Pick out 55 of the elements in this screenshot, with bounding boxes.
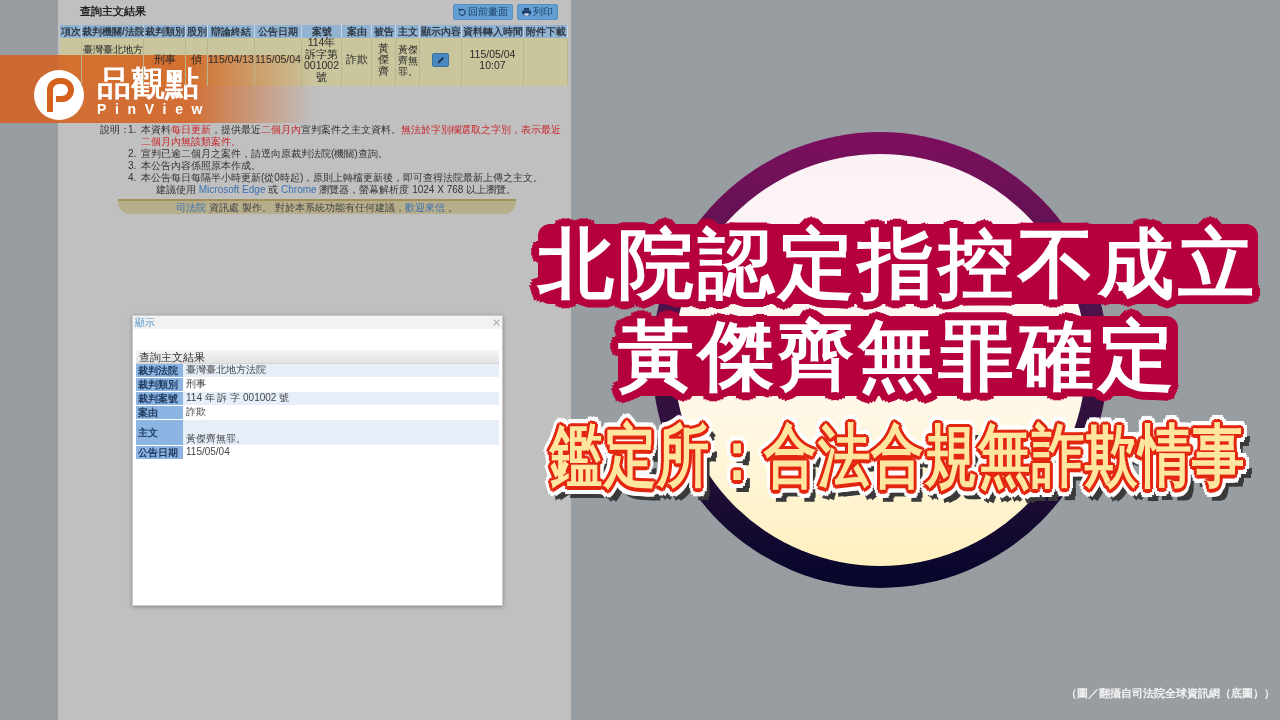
link[interactable]: 歡迎來信 xyxy=(404,202,445,213)
printer-icon xyxy=(522,7,531,16)
photo-credit-caption: （圖／翻攝自司法院全球資訊網（底圖）） xyxy=(1066,686,1275,701)
column-header: 公告日期 xyxy=(255,25,302,38)
note-text: 本公告內容係照原本作成。 xyxy=(141,160,261,172)
footer-text: 司法院 資訊處 製作。 對於本系統功能有任何建議，歡迎來信 。 xyxy=(176,201,458,214)
pencil-icon xyxy=(436,56,445,64)
table-title: 查詢主文結果 xyxy=(136,350,499,364)
list-number: 4. xyxy=(128,172,138,184)
back-button[interactable]: 回前畫面 xyxy=(453,3,513,20)
page-title: 查詢主文結果 xyxy=(80,3,146,19)
field-label: 公告日期 xyxy=(136,446,183,459)
list-number: 3. xyxy=(128,160,138,172)
link[interactable]: Microsoft Edge xyxy=(198,184,266,195)
field-label: 案由 xyxy=(136,406,183,419)
column-header: 主文 xyxy=(396,25,420,38)
link[interactable]: Chrome xyxy=(281,184,317,195)
list-number: 2. xyxy=(128,148,138,160)
column-header: 被告 xyxy=(372,25,396,38)
column-header: 案由 xyxy=(342,25,372,38)
table-cell: 詐欺 xyxy=(342,38,372,86)
column-header: 案號 xyxy=(302,25,342,38)
field-label: 裁判法院 xyxy=(136,364,183,377)
table-cell: 115/04/13 xyxy=(208,38,255,86)
column-header: 顯示內容 xyxy=(420,25,462,38)
link[interactable]: 司法院 xyxy=(176,202,207,213)
field-value: 黃傑齊無罪。 xyxy=(183,420,499,445)
field-label: 主文 xyxy=(136,420,183,445)
note-label: 說明： xyxy=(100,124,128,137)
p-logo-icon xyxy=(33,68,85,121)
edit-button[interactable] xyxy=(432,53,449,67)
column-header: 辯論終結 xyxy=(208,25,255,38)
column-header: 資料轉入時間 xyxy=(462,25,524,38)
list-number: 1. xyxy=(128,124,138,137)
field-label: 裁判類別 xyxy=(136,378,183,391)
note-text: 本公告每日每隔半小時更新(從0時起)，原則上轉檔更新後，即可查得法院最新上傳之主文。 xyxy=(141,172,544,184)
refresh-icon xyxy=(458,7,466,16)
field-value: 114 年 訴 字 001002 號 xyxy=(183,392,499,405)
field-label: 裁判案號 xyxy=(136,392,183,405)
close-icon[interactable] xyxy=(493,319,500,326)
table-cell: 115/05/04 xyxy=(255,38,302,86)
logo-subtitle: PinView xyxy=(97,102,212,116)
column-header: 項次 xyxy=(60,25,82,38)
table-cell: 黃傑齊無罪。 xyxy=(396,38,420,86)
column-header: 股別 xyxy=(186,25,208,38)
print-button[interactable]: 列印 xyxy=(517,3,558,20)
table-cell: 黃傑齊 xyxy=(372,38,396,86)
note-text: 宣判已逾二個月之案件，請逕向原裁判法院(機關)查詢。 xyxy=(141,148,388,160)
table-cell: 115/05/04 10:07 xyxy=(462,38,524,86)
note-text: 本資料每日更新，提供最近二個月內宣判案件之主文資料。無法於字別欄選取之字別，表示最近二個月內無該類案件。 xyxy=(141,124,562,148)
dialog-title: 顯示 xyxy=(135,317,155,328)
field-value: 臺灣臺北地方法院 xyxy=(183,364,499,377)
note-text: 建議使用 Microsoft Edge 或 Chrome 瀏覽器，螢幕解析度 1024 X 768 以上瀏覽。 xyxy=(156,184,517,196)
column-header: 附件下載 xyxy=(524,25,568,38)
table-cell: 114年訴字第001002號 xyxy=(302,38,342,86)
